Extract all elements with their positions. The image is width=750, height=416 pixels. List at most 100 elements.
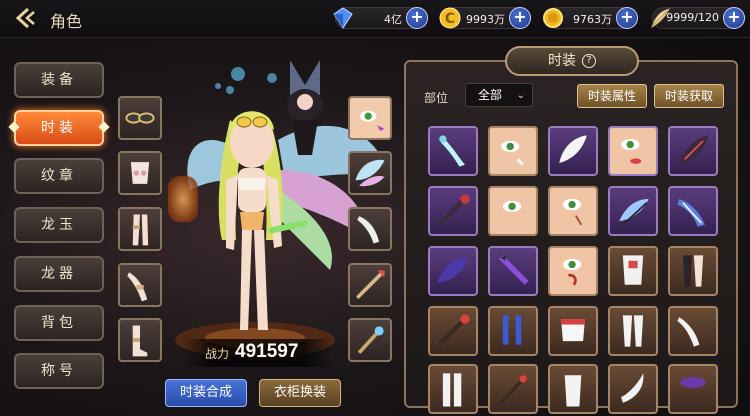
cyan-wing-item-icon	[439, 135, 465, 167]
slot-weapon[interactable]	[348, 263, 392, 307]
power-label: 战力	[205, 347, 230, 361]
fashion-item[interactable]	[488, 246, 538, 296]
fashion-obtain-button[interactable]: 时装获取	[654, 84, 724, 108]
diamond-value: 4亿	[384, 13, 402, 26]
wardrobe-change-button[interactable]: 衣柜换装	[259, 379, 341, 407]
slot-offhand[interactable]	[348, 318, 392, 362]
slot-legs[interactable]	[118, 207, 162, 251]
fashion-item[interactable]	[668, 306, 718, 356]
menu-fashion[interactable]: 时装	[14, 110, 104, 146]
slot-face[interactable]	[348, 96, 392, 140]
staff-weapon-icon	[357, 326, 384, 354]
fashion-item[interactable]	[488, 364, 538, 414]
tab-fashion[interactable]: 时装?	[505, 46, 639, 76]
lantern-decoration	[168, 176, 198, 222]
red-top-item-icon	[561, 319, 585, 342]
chevron-down-icon: ⌄	[516, 90, 525, 101]
fashion-item[interactable]	[548, 246, 598, 296]
red-staff-item-icon	[499, 375, 527, 405]
top-bar: 角色 4亿 + C 9993万 + 9763万 + 9999/120 +	[0, 0, 750, 38]
dark-wing-item-icon	[679, 135, 709, 165]
fashion-attributes-button[interactable]: 时装属性	[577, 84, 647, 108]
gold-coin-icon	[540, 5, 566, 31]
slot-headwear[interactable]	[118, 96, 162, 140]
face-eye-item-icon	[490, 128, 536, 174]
tail-icon	[357, 216, 380, 244]
slot-tail[interactable]	[348, 207, 392, 251]
menu-dragon-weapon[interactable]: 龙器	[14, 256, 104, 292]
add-diamond-button[interactable]: +	[406, 7, 428, 29]
fashion-item[interactable]	[548, 186, 598, 236]
white-gloves-item-icon	[677, 317, 700, 347]
fashion-item[interactable]	[428, 306, 478, 356]
fashion-item[interactable]	[428, 126, 478, 176]
blue-boots-item-icon	[502, 315, 522, 345]
fashion-item[interactable]	[428, 246, 478, 296]
fashion-item[interactable]	[668, 126, 718, 176]
help-icon[interactable]: ?	[582, 54, 596, 68]
gold-coin-value: 9763万	[573, 13, 612, 26]
fashion-item[interactable]	[608, 246, 658, 296]
white-pants-item-icon	[622, 315, 644, 347]
fashion-item[interactable]	[488, 186, 538, 236]
fashion-item[interactable]	[548, 364, 598, 414]
part-dropdown-value: 全部	[478, 88, 503, 102]
fashion-item[interactable]	[488, 306, 538, 356]
goggles-icon	[125, 112, 155, 124]
add-gold-coin-button[interactable]: +	[616, 7, 638, 29]
slot-gloves[interactable]	[118, 263, 162, 307]
fashion-item[interactable]	[608, 364, 658, 414]
fashion-item[interactable]	[488, 126, 538, 176]
boots-icon	[132, 325, 148, 357]
wings-icon	[355, 159, 385, 187]
diamond-counter: 4亿 +	[333, 7, 428, 29]
fashion-item[interactable]	[608, 186, 658, 236]
dark-leggings-item-icon	[682, 255, 704, 287]
page-title: 角色	[50, 12, 83, 31]
gold-coin-counter: 9763万 +	[543, 7, 638, 29]
fashion-item[interactable]	[668, 246, 718, 296]
svg-text:C: C	[445, 11, 455, 27]
white-item-icon	[564, 375, 582, 407]
white-wing-item-icon	[559, 135, 587, 163]
tab-fashion-label: 时装	[548, 53, 576, 69]
menu-equipment[interactable]: 装备	[14, 62, 104, 98]
part-label: 部位	[424, 91, 449, 105]
part-dropdown[interactable]: 全部 ⌄	[465, 83, 533, 107]
fashion-item[interactable]	[428, 186, 478, 236]
stamina-counter: 9999/120 +	[651, 7, 745, 29]
face-lips-item-icon	[610, 128, 656, 174]
fashion-item[interactable]	[428, 364, 478, 414]
stamina-value: 9999/120	[666, 11, 719, 24]
slot-shoes[interactable]	[118, 318, 162, 362]
fashion-item[interactable]	[548, 126, 598, 176]
fashion-item[interactable]	[608, 306, 658, 356]
menu-emblem[interactable]: 纹章	[14, 158, 104, 194]
horn-item-icon	[621, 373, 644, 403]
fashion-item[interactable]	[668, 364, 718, 414]
arm-glove-icon	[127, 272, 148, 302]
add-c-coin-button[interactable]: +	[509, 7, 531, 29]
face-item-icon	[490, 188, 536, 234]
menu-title[interactable]: 称号	[14, 353, 104, 389]
slot-top[interactable]	[118, 151, 162, 195]
white-outfit-item-icon	[622, 255, 644, 285]
menu-dragon-jade[interactable]: 龙玉	[14, 207, 104, 243]
face-scar-item-icon	[550, 188, 596, 234]
c-coin-value: 9993万	[466, 13, 505, 26]
back-arrow-icon[interactable]	[14, 6, 40, 30]
add-stamina-button[interactable]: +	[723, 7, 745, 29]
combat-power: 战力 491597	[183, 339, 333, 367]
face-tattoo-item-icon	[550, 248, 596, 294]
fashion-item[interactable]	[548, 306, 598, 356]
face-makeup-icon	[350, 98, 390, 138]
red-staff-item-icon	[437, 314, 470, 347]
fashion-item[interactable]	[668, 186, 718, 236]
purple-wing-item-icon	[437, 257, 469, 283]
purple-blade-item-icon	[499, 255, 529, 285]
fashion-synthesis-button[interactable]: 时装合成	[165, 379, 247, 407]
slot-wings[interactable]	[348, 151, 392, 195]
menu-bag[interactable]: 背包	[14, 305, 104, 341]
fashion-item[interactable]	[608, 126, 658, 176]
power-value: 491597	[235, 341, 299, 362]
